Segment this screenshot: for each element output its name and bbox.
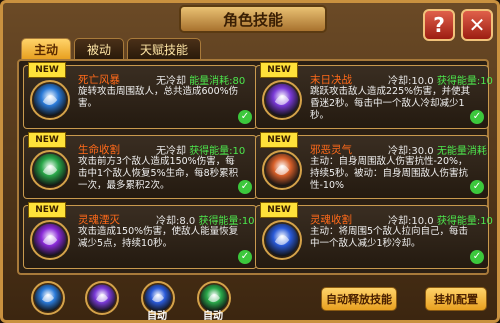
doom-icon[interactable] bbox=[85, 281, 119, 315]
title-plate: 角色技能 bbox=[179, 5, 327, 33]
skill-meta: 冷却:8.0 获得能量:10 bbox=[156, 212, 255, 227]
check-icon: ✓ bbox=[238, 250, 252, 264]
skill-meta: 冷却:10.0 获得能量:10 bbox=[388, 72, 493, 87]
check-icon: ✓ bbox=[470, 250, 484, 264]
auto-label: 自动 bbox=[147, 311, 167, 322]
skill-bar: 自动 自动 自动释放技能 挂机配置 bbox=[31, 281, 491, 322]
skill-card[interactable]: NEW 灵魂湮灭 冷却:8.0 获得能量:10 攻击造成150%伤害，使敌人能量恢复减… bbox=[23, 202, 257, 269]
window-title: 角色技能 bbox=[222, 10, 283, 29]
new-badge: NEW bbox=[28, 132, 66, 148]
check-icon: ✓ bbox=[470, 180, 484, 194]
tab-talent[interactable]: 天赋技能 bbox=[127, 38, 202, 60]
skill-description: 旋转攻击周围敌人，总共造成600%伤害。 bbox=[78, 86, 239, 109]
skill-description: 主动：自身周围敌人伤害抗性-20%，持续5秒。被动：自身周围敌人伤害抗性-10% bbox=[310, 156, 469, 191]
new-badge: NEW bbox=[260, 202, 298, 218]
reap-icon bbox=[30, 150, 70, 190]
soul-icon bbox=[30, 220, 70, 260]
skill-description: 主动：将周围5个敌人拉向自己，每击中一个敌人减少1秒冷却。 bbox=[310, 226, 469, 249]
skill-card[interactable]: NEW 灵魂收割 冷却:10.0 获得能量:10 主动：将周围5个敌人拉向自己，每击中… bbox=[255, 202, 493, 269]
tab-bar: 主动 被动 天赋技能 bbox=[21, 38, 202, 60]
storm-icon[interactable] bbox=[31, 281, 65, 315]
storm-icon bbox=[30, 80, 70, 120]
skill-meta: 无冷却 获得能量:10 bbox=[156, 142, 245, 157]
check-icon: ✓ bbox=[470, 110, 484, 124]
afk-config-button[interactable]: 挂机配置 bbox=[425, 287, 487, 311]
skill-card[interactable]: NEW 生命收割 无冷却 获得能量:10 攻击前方3个敌人造成150%伤害，每击中1个… bbox=[23, 132, 257, 199]
check-icon: ✓ bbox=[238, 110, 252, 124]
skill-description: 跳跃攻击敌人造成225%伤害，并使其昏迷2秒。每击中一个敌人冷却减少1秒。 bbox=[310, 86, 471, 121]
skill-name: 邪恶灵气 bbox=[310, 144, 352, 156]
skill-card[interactable]: NEW 邪恶灵气 冷却:30.0 无能量消耗 主动：自身周围敌人伤害抗性-20%，持续… bbox=[255, 132, 489, 199]
auto-release-button[interactable]: 自动释放技能 bbox=[321, 287, 397, 311]
skill-list-panel: NEW 死亡风暴 无冷却 能量消耗:80 旋转攻击周围敌人，总共造成600%伤害。 ✓ N… bbox=[17, 59, 493, 275]
harvest-icon bbox=[262, 220, 302, 260]
skill-window: 角色技能 ? ✕ 主动 被动 天赋技能 NEW 死亡风暴 无冷却 能量消耗:80 旋转… bbox=[0, 0, 500, 323]
new-badge: NEW bbox=[260, 62, 298, 78]
skill-card[interactable]: NEW 末日决战 冷却:10.0 获得能量:10 跳跃攻击敌人造成225%伤害，并使其… bbox=[255, 62, 493, 129]
new-badge: NEW bbox=[28, 202, 66, 218]
skill-name: 死亡风暴 bbox=[78, 74, 120, 86]
skill-name: 灵魂收割 bbox=[310, 214, 352, 226]
aura-icon bbox=[262, 150, 302, 190]
check-icon: ✓ bbox=[238, 180, 252, 194]
skill-meta: 冷却:30.0 无能量消耗 bbox=[388, 142, 487, 157]
skill-description: 攻击前方3个敌人造成150%伤害，每击中1个敌人恢复5%生命，每8秒累积一次，最… bbox=[78, 156, 239, 191]
help-button[interactable]: ? bbox=[423, 9, 455, 41]
new-badge: NEW bbox=[28, 62, 66, 78]
skill-name: 生命收割 bbox=[78, 144, 120, 156]
skill-meta: 冷却:10.0 获得能量:10 bbox=[388, 212, 493, 227]
skill-description: 攻击造成150%伤害，使敌人能量恢复减少5点，持续10秒。 bbox=[78, 226, 239, 249]
tab-passive[interactable]: 被动 bbox=[74, 38, 125, 60]
tab-active[interactable]: 主动 bbox=[21, 38, 72, 60]
skill-meta: 无冷却 能量消耗:80 bbox=[156, 72, 245, 87]
skill-card[interactable]: NEW 死亡风暴 无冷却 能量消耗:80 旋转攻击周围敌人，总共造成600%伤害。 ✓ bbox=[23, 62, 257, 129]
skill-name: 末日决战 bbox=[310, 74, 352, 86]
doom-icon bbox=[262, 80, 302, 120]
auto-label: 自动 bbox=[203, 311, 223, 322]
new-badge: NEW bbox=[260, 132, 298, 148]
close-button[interactable]: ✕ bbox=[461, 9, 493, 41]
skill-name: 灵魂湮灭 bbox=[78, 214, 120, 226]
